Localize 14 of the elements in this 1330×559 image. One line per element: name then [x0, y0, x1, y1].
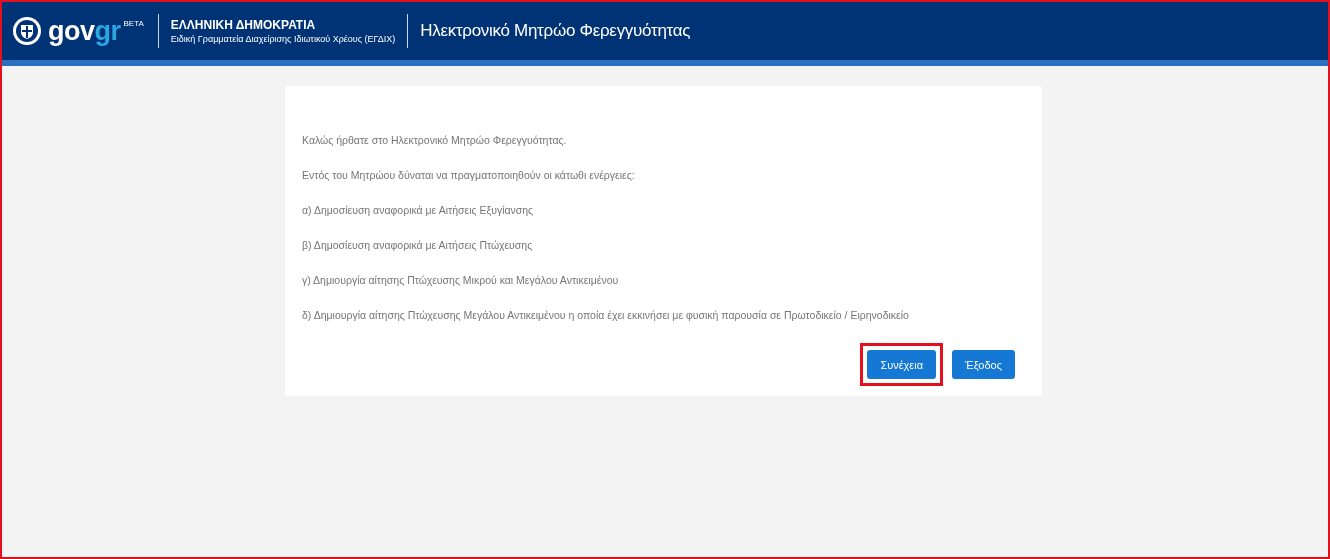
- action-button[interactable]: Συνέχεια: [867, 350, 937, 379]
- org-title: ΕΛΛΗΝΙΚΗ ΔΗΜΟΚΡΑΤΙΑ: [170, 18, 317, 32]
- paragraph: δ) Δημιουργία αίτησης Πτώχευσης Μεγάλου Αντικειμένου η οποία έχει εκκινήσει με φυσική παρουσία σε Πρωτοδικείο / Ειρηνοδικείο: [302, 309, 910, 322]
- emblem-icon: [12, 16, 42, 46]
- paragraph: β) Δημοσίευση αναφορικά με Αιτήσεις Πτώχευσης: [302, 239, 534, 252]
- org-subtitle: Ειδική Γραμματεία Διαχείρισης Ιδιωτικού Χρέους (ΕΓΔΙΧ): [170, 34, 396, 44]
- paragraph: α) Δημοσίευση αναφορικά με Αιτήσεις Εξυγίανσης: [302, 204, 535, 217]
- action-button[interactable]: Έξοδος: [952, 350, 1015, 379]
- beta-label: BETA: [123, 19, 144, 28]
- paragraph: Εντός του Μητρώου δύναται να πραγματοποιηθούν οι κάτωθι ενέργειες:: [302, 169, 636, 182]
- logo: govgr: [48, 17, 121, 45]
- app-title: Ηλεκτρονικό Μητρώο Φερεγγυότητας: [419, 21, 691, 41]
- paragraph: Καλώς ήρθατε στο Ηλεκτρονικό Μητρώο Φερεγγυότητας.: [302, 134, 568, 147]
- paragraph: γ) Δημιουργία αίτησης Πτώχευσης Μικρού και Μεγάλου Αντικειμένου: [302, 274, 620, 287]
